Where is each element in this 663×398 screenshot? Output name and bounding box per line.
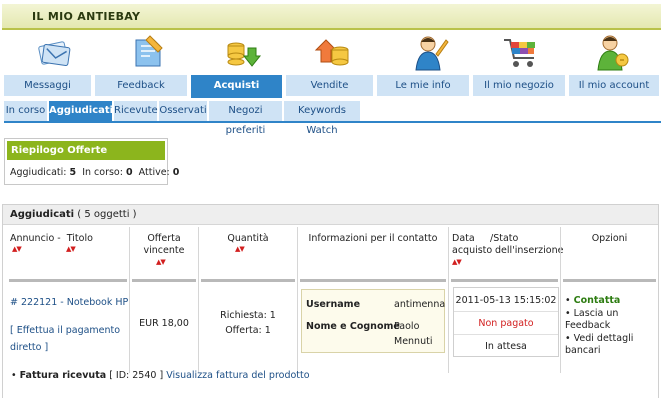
- subtab-keywords-watch[interactable]: Keywords Watch: [284, 101, 360, 136]
- page-header: IL MIO ANTIEBAY: [2, 4, 661, 30]
- tab-my-info[interactable]: Le mie info: [377, 75, 471, 96]
- summary-title: Riepilogo Offerte: [7, 141, 165, 160]
- payment-link[interactable]: [ Effettua il pagamento: [10, 325, 120, 336]
- shop-icon[interactable]: [500, 32, 540, 72]
- active-value: 0: [172, 167, 180, 178]
- header-sep: -: [57, 233, 61, 244]
- tab-purchases[interactable]: Acquisti: [191, 75, 284, 98]
- bank-details-link-cont[interactable]: bancari: [565, 345, 600, 356]
- header-data-1: Data: [452, 233, 475, 244]
- listing-status: In attesa: [485, 341, 527, 352]
- col-separator: [448, 227, 449, 373]
- subtab-in-progress[interactable]: In corso: [4, 101, 47, 121]
- section-icon-row: [0, 32, 663, 74]
- divider: [9, 279, 127, 282]
- row-options: • Contatta • Lascia un Feedback • Vedi d…: [565, 295, 634, 356]
- header-offerta-1: Offerta: [147, 233, 181, 244]
- sort-data-icon[interactable]: ▲▼: [452, 258, 462, 266]
- header-data-2: acquisto: [452, 245, 493, 256]
- won-items-table: Aggiudicati ( 5 oggetti ) Annuncio - Tit…: [2, 204, 659, 398]
- fullname-label: Nome e Cognome: [306, 321, 400, 332]
- invoice-line: • Fattura ricevuta [ ID: 2540 ] Visualiz…: [11, 370, 310, 381]
- page-title: IL MIO ANTIEBAY: [32, 10, 141, 23]
- col-header-winning-offer: Offerta vincente ▲▼: [130, 227, 198, 277]
- active-label: Attive:: [138, 167, 170, 178]
- bank-details-link[interactable]: Vedi dettagli: [574, 333, 634, 344]
- qty-requested: Richiesta: 1: [220, 310, 276, 321]
- purchases-icon[interactable]: [222, 32, 262, 72]
- user-info-icon[interactable]: [410, 32, 450, 72]
- divider: [454, 311, 558, 312]
- subtab-received[interactable]: Ricevute: [114, 101, 158, 121]
- divider: [563, 279, 656, 282]
- divider: [132, 279, 196, 282]
- messages-icon[interactable]: [34, 32, 74, 72]
- col-header-announcement: Annuncio - Titolo ▲▼ ▲▼: [10, 227, 128, 277]
- invoice-label: Fattura ricevuta: [19, 370, 107, 381]
- tab-my-shop[interactable]: Il mio negozio: [473, 75, 567, 96]
- divider: [451, 279, 558, 282]
- summary-counts: Aggiudicati: 5 In corso: 0 Attive: 0: [10, 167, 179, 178]
- sort-annuncio-icon[interactable]: ▲▼: [12, 245, 22, 253]
- contact-info-box: Username antimenna Nome e Cognome Paolo …: [301, 289, 445, 353]
- divider: [300, 279, 446, 282]
- col-header-quantity: Quantità ▲▼: [199, 227, 297, 277]
- item-link[interactable]: # 222121 - Notebook HP: [10, 297, 128, 308]
- table-title: Aggiudicati: [10, 209, 75, 220]
- tab-messages[interactable]: Messaggi: [4, 75, 93, 96]
- ongoing-value: 0: [125, 167, 133, 178]
- tab-sales[interactable]: Vendite: [286, 75, 375, 96]
- offer-summary-box: Riepilogo Offerte Aggiudicati: 5 In cors…: [4, 138, 179, 185]
- feedback-icon[interactable]: [128, 32, 168, 72]
- subtab-won[interactable]: Aggiudicati: [49, 101, 113, 121]
- won-label: Aggiudicati:: [10, 167, 67, 178]
- sort-offerta-icon[interactable]: ▲▼: [156, 258, 166, 266]
- divider: [454, 334, 558, 335]
- invoice-id: [ ID: 2540 ]: [109, 370, 164, 381]
- header-annuncio: Annuncio: [10, 233, 55, 244]
- date-status-box: 2011-05-13 15:15:02 Non pagato In attesa: [453, 287, 559, 357]
- header-titolo: Titolo: [66, 233, 93, 244]
- username-label: Username: [306, 299, 361, 310]
- username-value: antimenna: [394, 299, 446, 310]
- fullname-value-1: Paolo: [394, 321, 420, 332]
- purchase-date: 2011-05-13 15:15:02: [455, 295, 557, 306]
- subtab-watched[interactable]: Osservati: [159, 101, 207, 121]
- sort-titolo-icon[interactable]: ▲▼: [66, 245, 76, 253]
- divider: [201, 279, 295, 282]
- sales-icon[interactable]: [312, 32, 352, 72]
- header-offerta-2: vincente: [143, 245, 185, 256]
- header-opzioni: Opzioni: [591, 233, 628, 244]
- contact-link[interactable]: Contatta: [574, 295, 621, 306]
- ongoing-label: In corso:: [82, 167, 123, 178]
- col-header-contact-info: Informazioni per il contatto: [298, 227, 448, 277]
- col-header-options: Opzioni: [561, 227, 658, 277]
- header-stato-1: /Stato: [490, 233, 519, 244]
- sort-quantita-icon[interactable]: ▲▼: [235, 245, 245, 253]
- payment-link-cont[interactable]: diretto ]: [10, 342, 48, 353]
- main-tab-bar: Messaggi Feedback Acquisti Vendite Le mi…: [4, 75, 661, 98]
- tab-my-account[interactable]: Il mio account: [569, 75, 661, 96]
- fullname-value-2: Mennuti: [394, 336, 433, 347]
- header-info: Informazioni per il contatto: [308, 233, 438, 244]
- qty-offered: Offerta: 1: [225, 325, 271, 336]
- view-invoice-link[interactable]: Visualizza fattura del prodotto: [166, 370, 309, 381]
- payment-status: Non pagato: [478, 318, 534, 329]
- col-header-date-status: Data acquisto /Stato dell'inserzione ▲▼: [450, 227, 564, 277]
- tab-feedback[interactable]: Feedback: [95, 75, 189, 96]
- header-quantita: Quantità: [227, 233, 269, 244]
- table-count: ( 5 oggetti ): [77, 209, 137, 220]
- table-header: Aggiudicati ( 5 oggetti ): [3, 205, 658, 225]
- leave-feedback-link[interactable]: Lascia un Feedback: [565, 308, 618, 332]
- header-stato-2: dell'inserzione: [495, 245, 564, 256]
- subtab-favorite-shops[interactable]: Negozi preferiti: [209, 101, 282, 136]
- won-value: 5: [69, 167, 77, 178]
- winning-price: EUR 18,00: [139, 318, 189, 329]
- sub-tab-underline: [4, 121, 661, 123]
- account-icon[interactable]: [592, 32, 632, 72]
